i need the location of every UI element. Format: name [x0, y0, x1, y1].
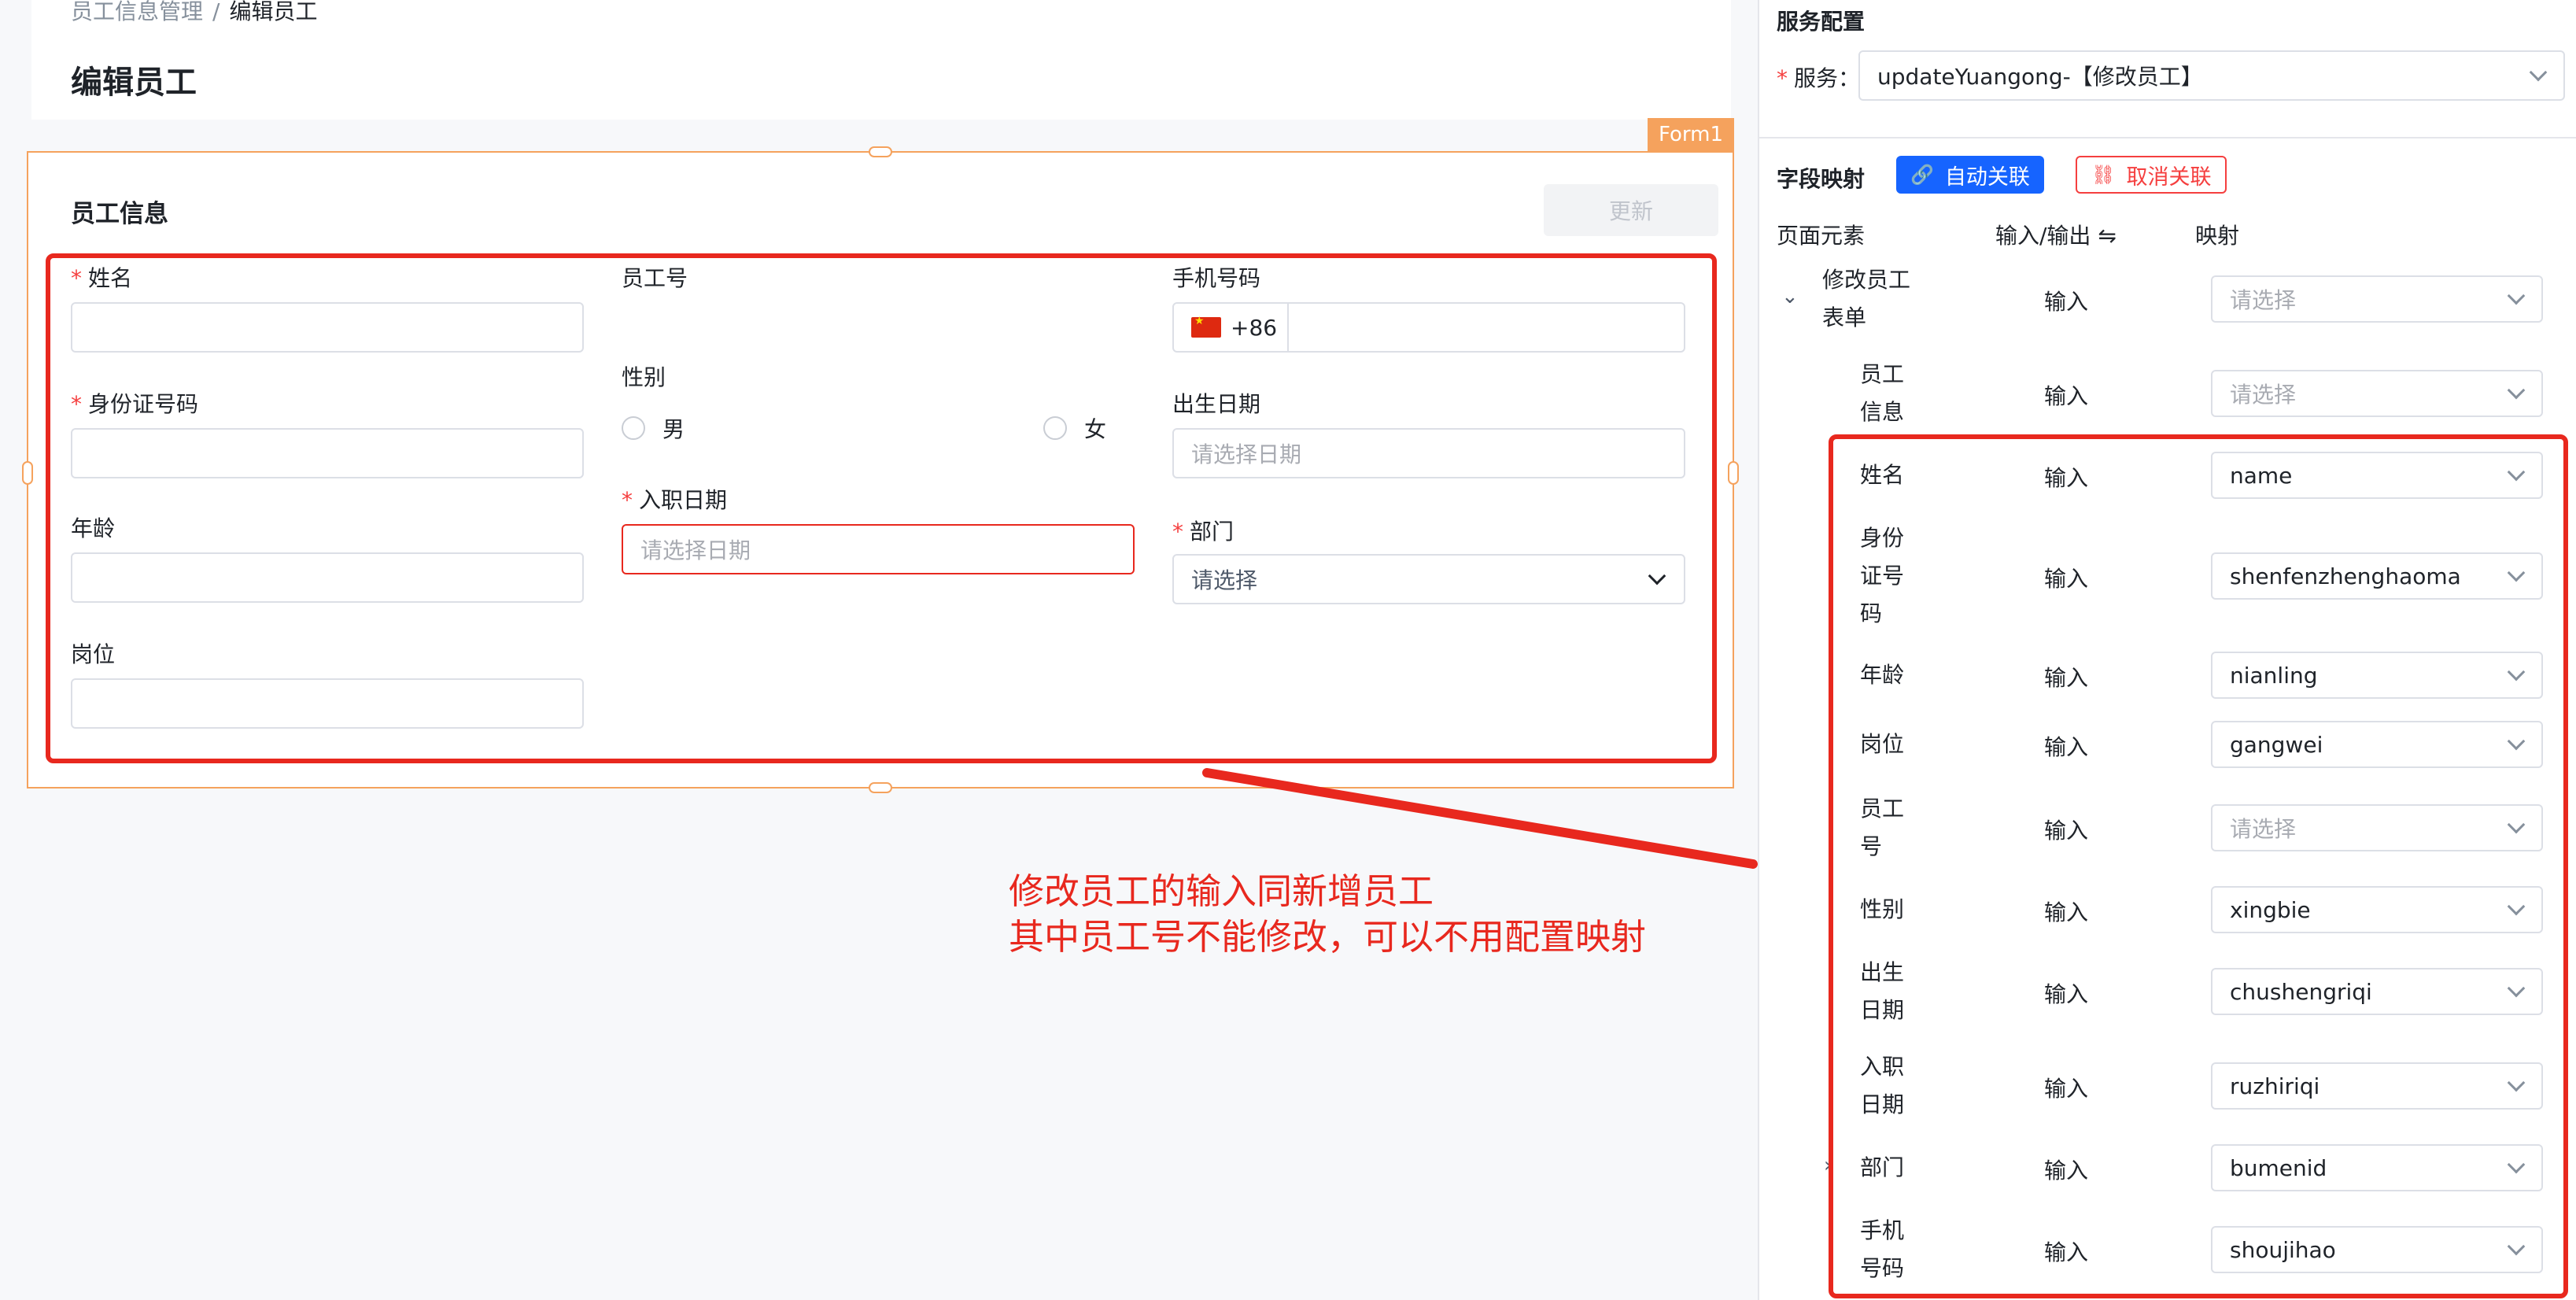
highlight-box-mappings — [1829, 434, 2568, 1298]
chevron-down-icon — [2529, 63, 2548, 82]
service-label: * 服务： — [1777, 65, 1861, 91]
chevron-down-icon[interactable]: ⌄ — [1781, 285, 1799, 308]
mapping-row-io: 输入 — [2044, 289, 2089, 315]
mapping-row-io: 输入 — [2044, 383, 2089, 409]
divider — [1759, 137, 2576, 138]
column-header-element: 页面元素 — [1777, 223, 1866, 249]
column-header-mapping: 映射 — [2195, 223, 2240, 249]
cancel-link-button[interactable]: ⛓ 取消关联 — [2076, 156, 2227, 194]
service-select[interactable]: updateYuangong-【修改员工】 — [1858, 50, 2565, 101]
link-icon: 🔗 — [1910, 164, 1934, 186]
mapping-select[interactable]: 请选择 — [2211, 370, 2543, 417]
mapping-row-label: 修改员工 表单 — [1822, 267, 1911, 331]
config-panel: 服务配置 * 服务： updateYuangong-【修改员工】 字段映射 🔗 自动… — [1758, 0, 2576, 1300]
arrow-shaft — [1202, 768, 1758, 869]
unlink-icon: ⛓ — [2091, 164, 2116, 186]
auto-link-button[interactable]: 🔗 自动关联 — [1896, 156, 2044, 194]
mapping-select[interactable]: 请选择 — [2211, 275, 2543, 323]
chevron-down-icon — [2507, 286, 2526, 305]
mapping-title: 字段映射 — [1777, 166, 1866, 192]
mapping-row-label: 员工 信息 — [1860, 361, 1905, 425]
panel-title: 服务配置 — [1777, 9, 1866, 35]
column-header-io[interactable]: 输入/输出 ⇋ — [1995, 219, 2117, 250]
chevron-down-icon — [2507, 381, 2526, 400]
